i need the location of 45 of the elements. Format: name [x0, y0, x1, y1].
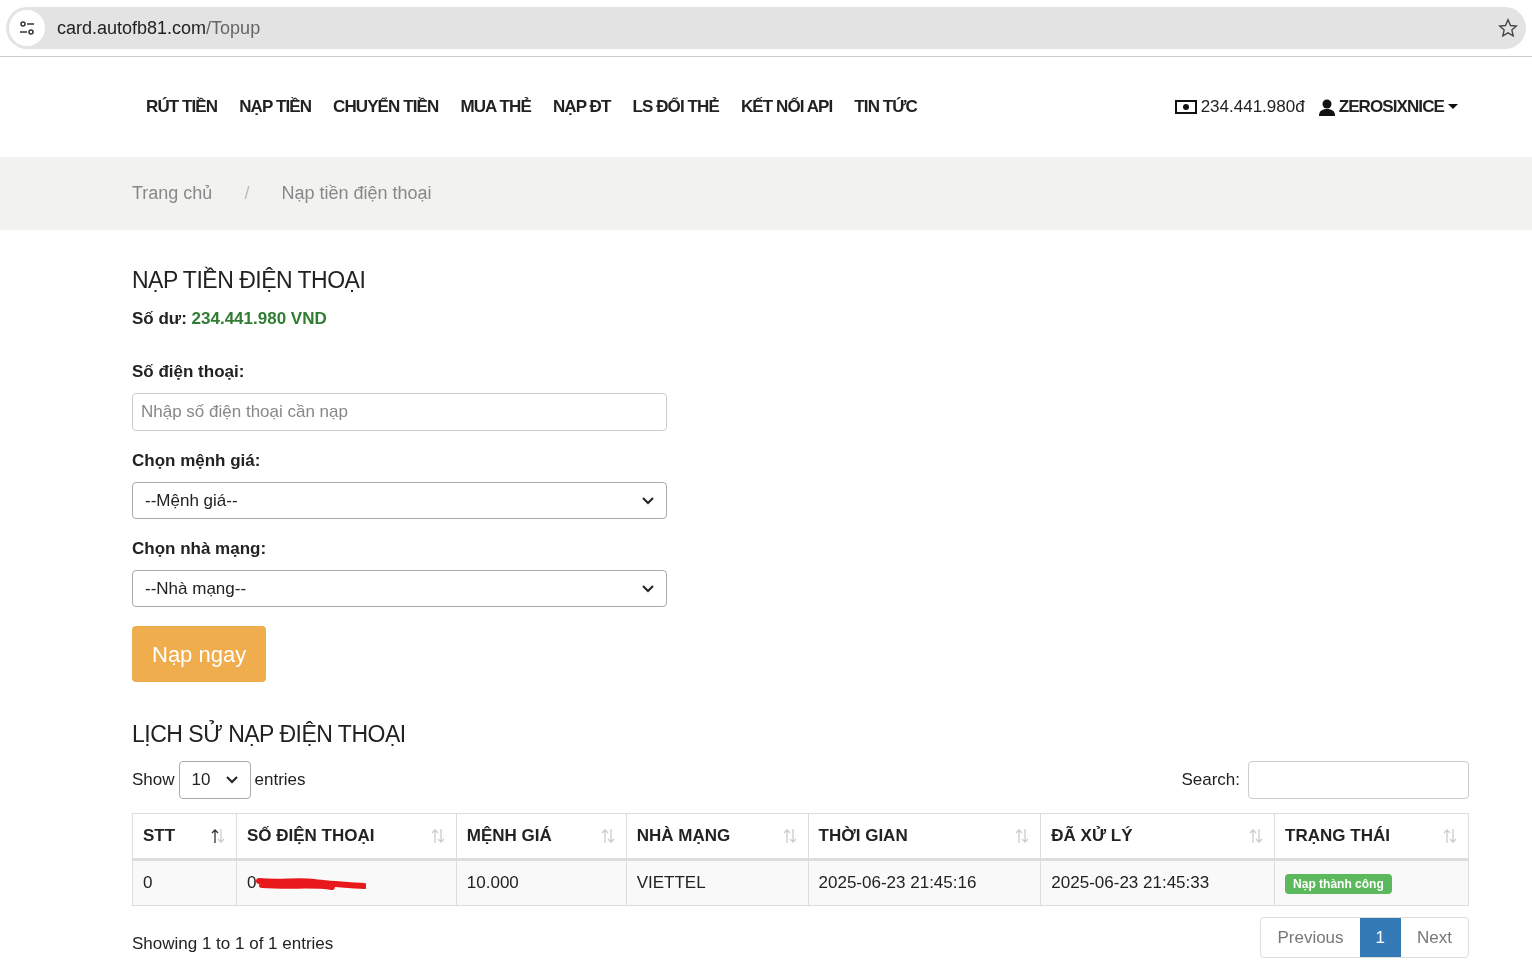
breadcrumb-separator: / [243, 182, 251, 205]
phone-input[interactable]: Nhập số điện thoại cần nạp [132, 393, 667, 431]
chevron-down-icon [225, 776, 238, 784]
nav-link[interactable]: TIN TỨC [854, 94, 917, 120]
table-info: Showing 1 to 1 of 1 entries [132, 932, 334, 955]
nav-link[interactable]: NẠP TIỀN [239, 94, 312, 120]
pagination-button[interactable]: Previous [1261, 918, 1360, 957]
field-label: Chọn nhà mạng: [132, 539, 268, 559]
pagination-button[interactable]: Next [1401, 918, 1468, 957]
pagination-button[interactable]: 1 [1359, 918, 1402, 957]
field-label: Chọn mệnh giá: [132, 451, 262, 471]
field-label: Số điện thoại: [132, 362, 246, 382]
nav-link[interactable]: RÚT TIỀN [146, 94, 218, 120]
table-cell: 2025-06-23 21:45:16 [808, 859, 1041, 906]
site-info-icon[interactable] [9, 10, 45, 46]
table-cell: VIETTEL [626, 859, 809, 906]
chevron-down-icon [642, 496, 654, 505]
balance-text: 234.441.980đ [1200, 96, 1305, 119]
table-cell: 0 [236, 859, 457, 906]
select-field[interactable]: --Nhà mạng-- [132, 570, 667, 607]
money-icon [1174, 100, 1197, 114]
chevron-down-icon [642, 584, 654, 593]
page-title: NẠP TIỀN ĐIỆN THOẠI [132, 265, 367, 295]
table-cell: 0 [132, 859, 237, 906]
caret-icon [1448, 104, 1458, 110]
table-cell: 2025-06-23 21:45:33 [1040, 859, 1275, 906]
table-cell: 10.000 [456, 859, 627, 906]
page-size-select[interactable]: 10 [178, 761, 251, 799]
nav-link[interactable]: MUA THẺ [460, 94, 531, 120]
search-label: Search: [1181, 769, 1240, 792]
entries-label: entries [254, 769, 306, 792]
search-input[interactable] [1248, 761, 1469, 799]
balance-line: Số dư: 234.441.980 VND [132, 309, 328, 329]
section-title: LỊCH SỬ NẠP ĐIỆN THOẠI [132, 719, 407, 749]
nav-link[interactable]: LS ĐỔI THẺ [632, 94, 719, 120]
select-field[interactable]: --Mệnh giá-- [132, 482, 667, 519]
user-icon [1318, 98, 1335, 116]
bookmark-star-icon[interactable] [1498, 18, 1518, 38]
sort-icon[interactable] [209, 827, 226, 845]
nav-link[interactable]: CHUYỂN TIỀN [333, 94, 439, 120]
user-menu[interactable]: ZEROSIXNICE [1318, 94, 1458, 120]
show-label: Show [132, 769, 175, 792]
status-badge: Nạp thành công [1285, 874, 1392, 895]
nav-link[interactable]: NẠP ĐT [552, 94, 611, 120]
nav-link[interactable]: KẾT NỐI API [740, 94, 833, 120]
